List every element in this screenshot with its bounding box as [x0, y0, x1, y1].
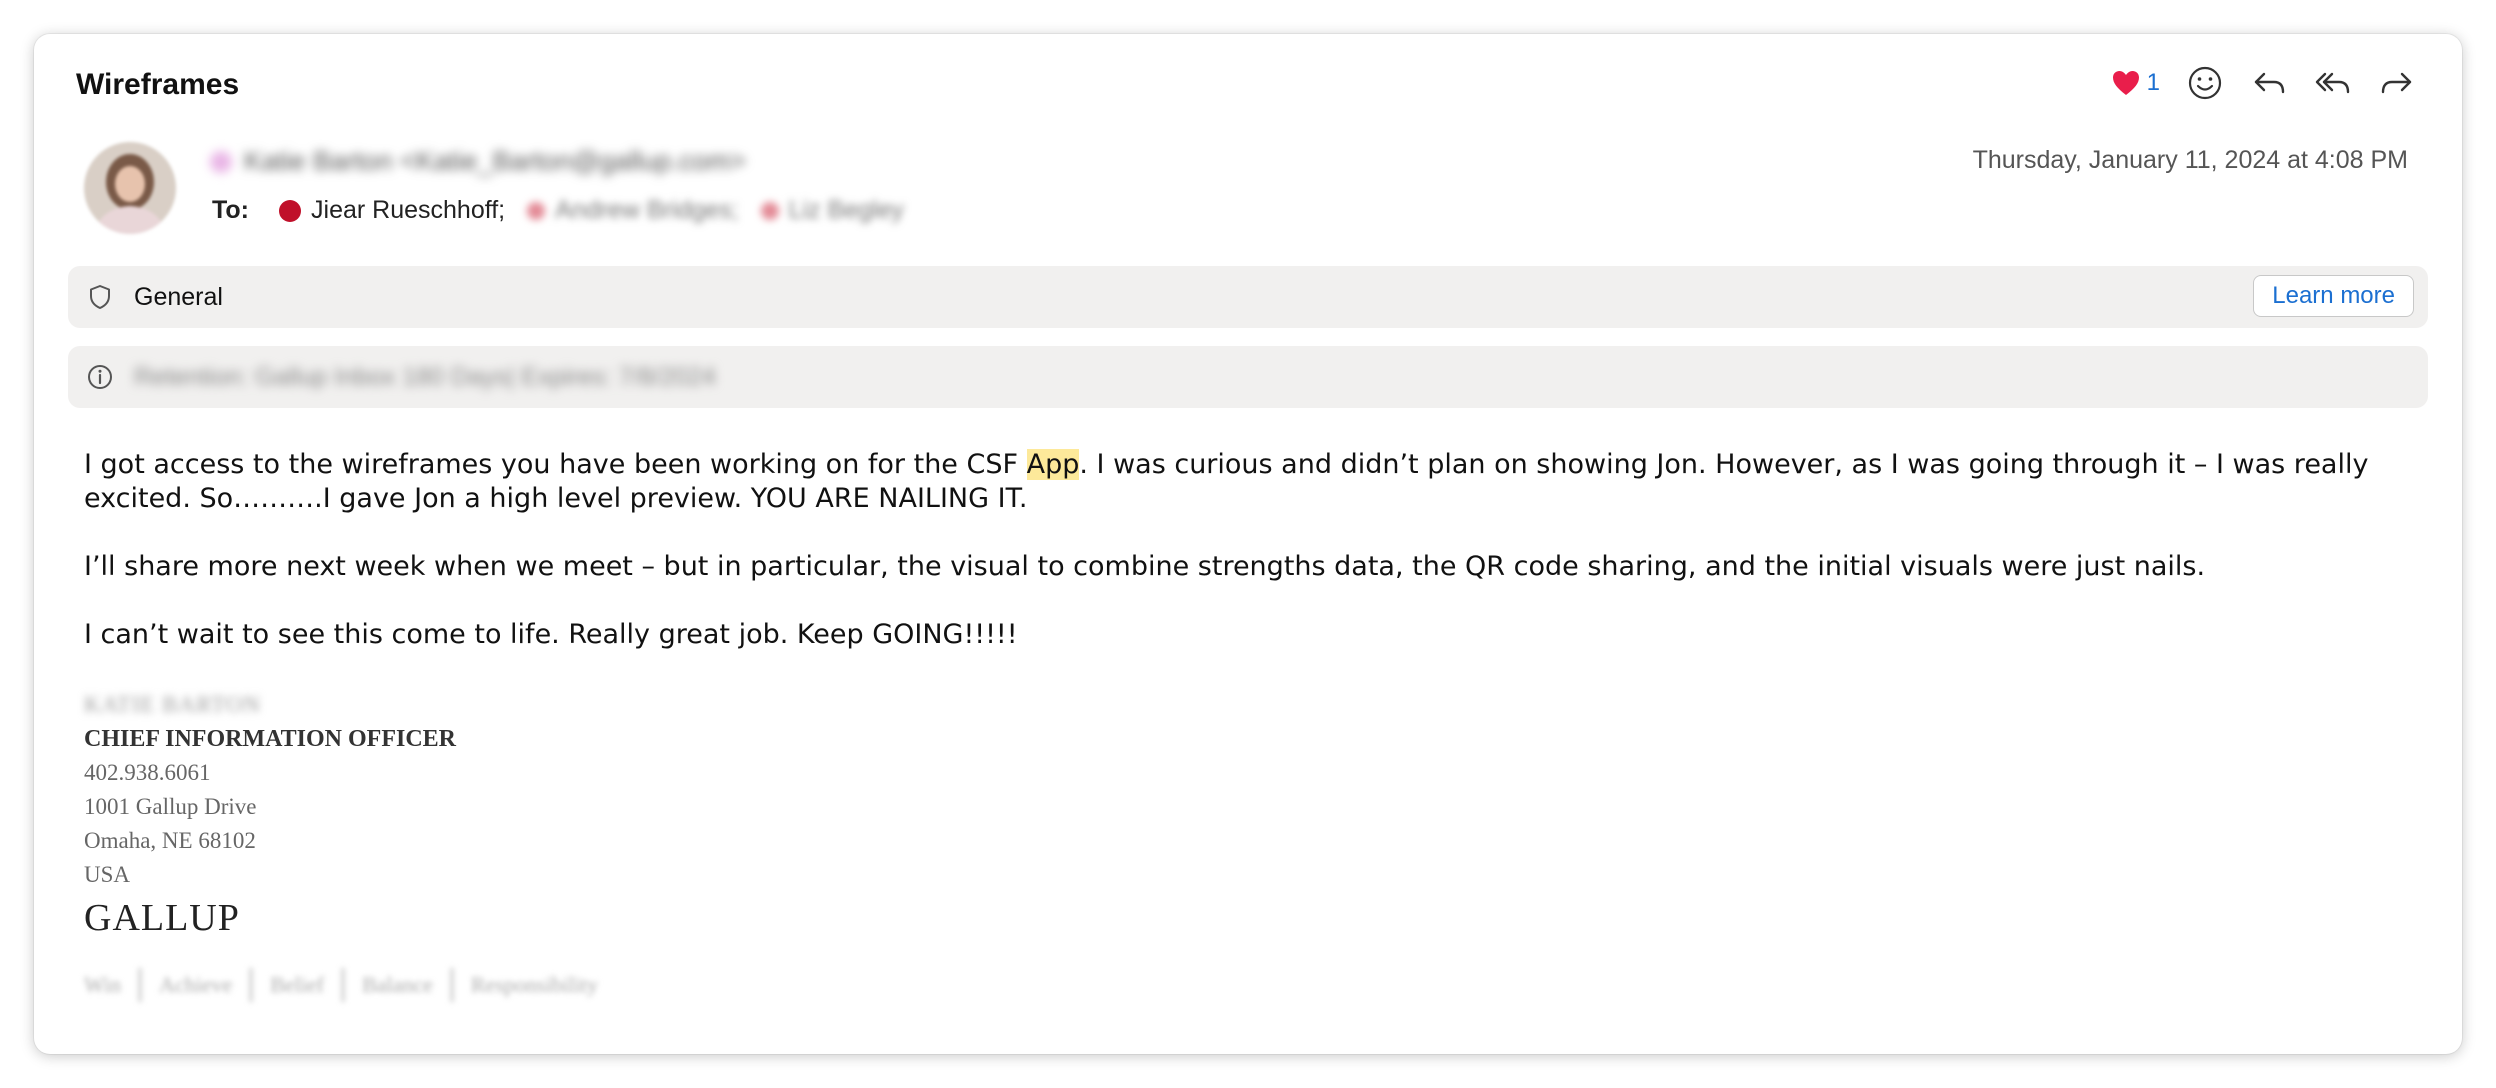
- smiley-icon[interactable]: [2186, 64, 2224, 102]
- recipient-third[interactable]: Liz Begley: [760, 196, 904, 225]
- signature-value: Achieve: [139, 968, 232, 1002]
- body-paragraph: I can’t wait to see this come to life. R…: [84, 619, 1018, 650]
- signature-value: Responsibility: [450, 968, 598, 1002]
- recipients-line: To: Jiear Rueschhoff; Andrew Bridges; Li…: [212, 196, 904, 225]
- reaction-button[interactable]: 1: [2111, 69, 2160, 97]
- signature-phone[interactable]: 402.938.6061: [84, 756, 598, 790]
- signature-value: Balance: [342, 968, 433, 1002]
- search-highlight: App: [1026, 449, 1080, 480]
- recipient-second[interactable]: Andrew Bridges;: [527, 196, 739, 225]
- email-reading-pane: Wireframes 1 Katie Barton <Katie_Barton@…: [34, 34, 2462, 1054]
- reply-icon[interactable]: [2250, 64, 2288, 102]
- shield-icon: [90, 285, 110, 309]
- signature-address-line2: Omaha, NE 68102: [84, 828, 256, 853]
- recipient-name: Liz Begley: [788, 196, 904, 224]
- signature-address-line1: 1001 Gallup Drive: [84, 794, 257, 819]
- recipient-status-dot: [279, 199, 302, 222]
- sender-name-email: Katie Barton <Katie_Barton@gallup.com>: [244, 146, 746, 176]
- signature-title: CHIEF INFORMATION OFFICER: [84, 726, 456, 752]
- sender-avatar[interactable]: [84, 142, 176, 234]
- info-icon: [88, 365, 112, 389]
- recipient-status-dot: [760, 201, 779, 220]
- forward-icon[interactable]: [2378, 64, 2416, 102]
- signature-values: Win Achieve Belief Balance Responsibilit…: [84, 968, 598, 1002]
- sensitivity-banner: General Learn more: [68, 266, 2428, 328]
- avatar-photo: [84, 142, 176, 234]
- body-paragraph: I got access to the wireframes you have …: [84, 448, 2434, 516]
- reaction-count: 1: [2146, 69, 2160, 96]
- recipient-name: Andrew Bridges;: [555, 196, 739, 224]
- message-date: Thursday, January 11, 2024 at 4:08 PM: [1972, 146, 2408, 174]
- signature-value: Win: [84, 972, 121, 997]
- recipient-name: Jiear Rueschhoff;: [311, 196, 506, 224]
- to-label: To:: [212, 196, 250, 224]
- heart-icon: [2112, 71, 2139, 95]
- signature-value: Belief: [250, 968, 324, 1002]
- body-text: I got access to the wireframes you have …: [84, 449, 1027, 480]
- retention-policy-text: Retention: Gallup Inbox 180 Days| Expire…: [134, 362, 716, 391]
- reply-all-icon[interactable]: [2314, 64, 2352, 102]
- email-subject: Wireframes: [76, 68, 240, 101]
- learn-more-button[interactable]: Learn more: [2253, 275, 2414, 317]
- message-body: I got access to the wireframes you have …: [84, 448, 2434, 686]
- recipient-status-dot: [527, 201, 546, 220]
- sender-status-dot: [210, 150, 232, 173]
- body-paragraph: I’ll share more next week when we meet –…: [84, 551, 2206, 582]
- company-logo: GALLUP: [84, 897, 240, 939]
- message-actions-toolbar: 1: [2111, 64, 2416, 102]
- sensitivity-label: General: [134, 282, 223, 311]
- retention-banner: Retention: Gallup Inbox 180 Days| Expire…: [68, 346, 2428, 408]
- sender-line[interactable]: Katie Barton <Katie_Barton@gallup.com>: [210, 146, 746, 177]
- signature-name: KATIE BARTON: [84, 692, 261, 717]
- signature-country: USA: [84, 862, 131, 887]
- email-signature: KATIE BARTON CHIEF INFORMATION OFFICER 4…: [84, 688, 598, 1002]
- recipient-primary[interactable]: Jiear Rueschhoff;: [279, 196, 505, 225]
